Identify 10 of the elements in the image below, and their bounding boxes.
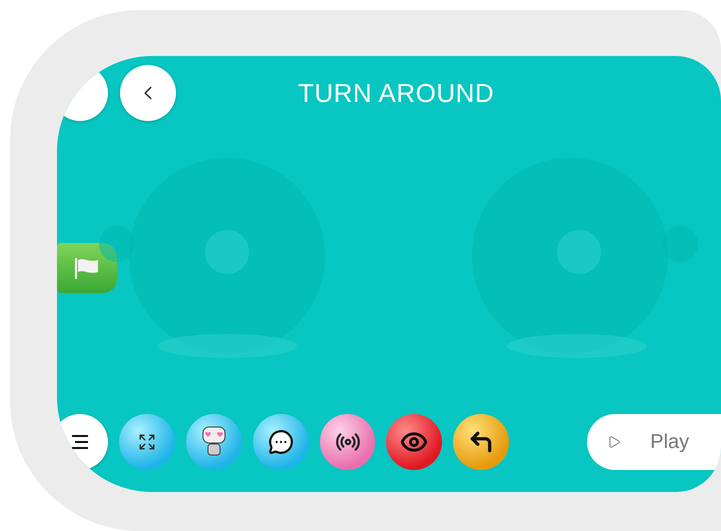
back-button[interactable] (120, 65, 176, 121)
menu-icon (70, 434, 90, 450)
play-button[interactable]: Play (587, 414, 721, 470)
start-flag-block[interactable] (57, 242, 117, 292)
play-icon (607, 435, 622, 449)
speech-bubble-icon (268, 429, 294, 455)
flag-icon (73, 256, 101, 280)
screen-title: TURN AROUND (298, 78, 494, 109)
turn-arrow-icon (468, 429, 494, 455)
expand-arrows-icon (138, 433, 156, 451)
